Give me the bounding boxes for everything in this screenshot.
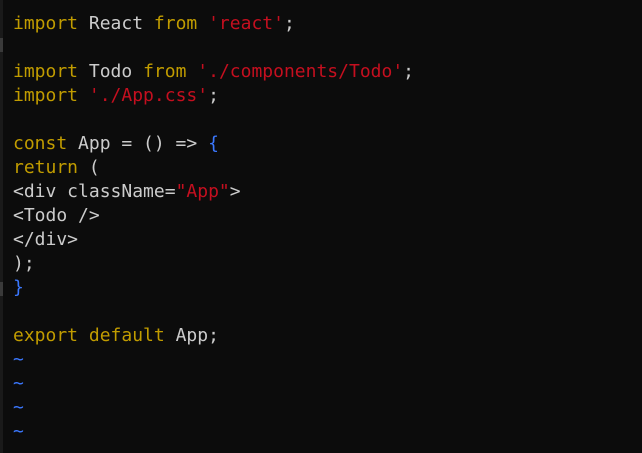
code-token-txt: </div>	[13, 229, 79, 250]
code-token-str: './App.css'	[88, 85, 209, 106]
code-line[interactable]	[13, 300, 642, 324]
code-token-txt: ;	[208, 85, 219, 106]
code-token-kw: from	[153, 13, 198, 34]
code-token-br: }	[13, 277, 24, 298]
code-line[interactable]: import './App.css';	[13, 84, 642, 108]
code-token-txt: );	[13, 253, 35, 274]
code-line[interactable]: <div className="App">	[13, 180, 642, 204]
code-token-txt: <div className=	[13, 181, 176, 202]
code-token-kw: const	[13, 133, 68, 154]
tilde-marker: ~	[13, 373, 24, 394]
code-line[interactable]: const App = () => {	[13, 132, 642, 156]
code-line[interactable]: return (	[13, 156, 642, 180]
window-edge	[0, 0, 3, 453]
code-token-txt: ;	[403, 61, 415, 82]
code-token-kw: default	[88, 325, 165, 346]
code-token-txt: React	[78, 13, 154, 34]
code-token-txt: App;	[164, 325, 219, 346]
code-buffer[interactable]: import React from 'react'; import Todo f…	[13, 12, 642, 444]
code-token-kw: from	[143, 61, 187, 82]
code-token-str: "App"	[175, 181, 230, 202]
tilde-marker: ~	[13, 349, 24, 370]
code-token-str: 'react'	[208, 13, 284, 34]
code-token-txt: (	[78, 157, 100, 178]
code-token-txt: App = () =>	[67, 133, 209, 154]
code-line[interactable]: <Todo />	[13, 204, 642, 228]
empty-buffer-line[interactable]: ~	[13, 372, 642, 396]
tilde-marker: ~	[13, 421, 24, 442]
code-token-kw: import	[13, 85, 79, 106]
code-line[interactable]: </div>	[13, 228, 642, 252]
code-line[interactable]: export default App;	[13, 324, 642, 348]
edge-marker	[0, 282, 3, 296]
code-line[interactable]: import Todo from './components/Todo';	[13, 60, 642, 84]
empty-buffer-line[interactable]: ~	[13, 396, 642, 420]
code-token-kw: import	[13, 13, 79, 34]
vim-editor[interactable]: import React from 'react'; import Todo f…	[0, 0, 642, 453]
code-token-kw: import	[13, 61, 79, 82]
code-line[interactable]: );	[13, 252, 642, 276]
code-line[interactable]: import React from 'react';	[13, 12, 642, 36]
code-line[interactable]	[13, 36, 642, 60]
code-line[interactable]: }	[13, 276, 642, 300]
empty-buffer-line[interactable]: ~	[13, 348, 642, 372]
edge-marker	[0, 38, 3, 52]
code-token-txt: >	[229, 181, 241, 202]
empty-buffer-line[interactable]: ~	[13, 420, 642, 444]
tilde-marker: ~	[13, 397, 24, 418]
code-token-txt: <Todo />	[13, 205, 100, 226]
code-token-txt: ;	[283, 13, 295, 34]
code-token-kw: export	[13, 325, 79, 346]
code-token-kw: return	[13, 157, 79, 178]
code-token-str: './components/Todo'	[197, 61, 404, 82]
code-token-br: {	[208, 133, 219, 154]
code-line[interactable]	[13, 108, 642, 132]
code-token-txt: Todo	[78, 61, 144, 82]
